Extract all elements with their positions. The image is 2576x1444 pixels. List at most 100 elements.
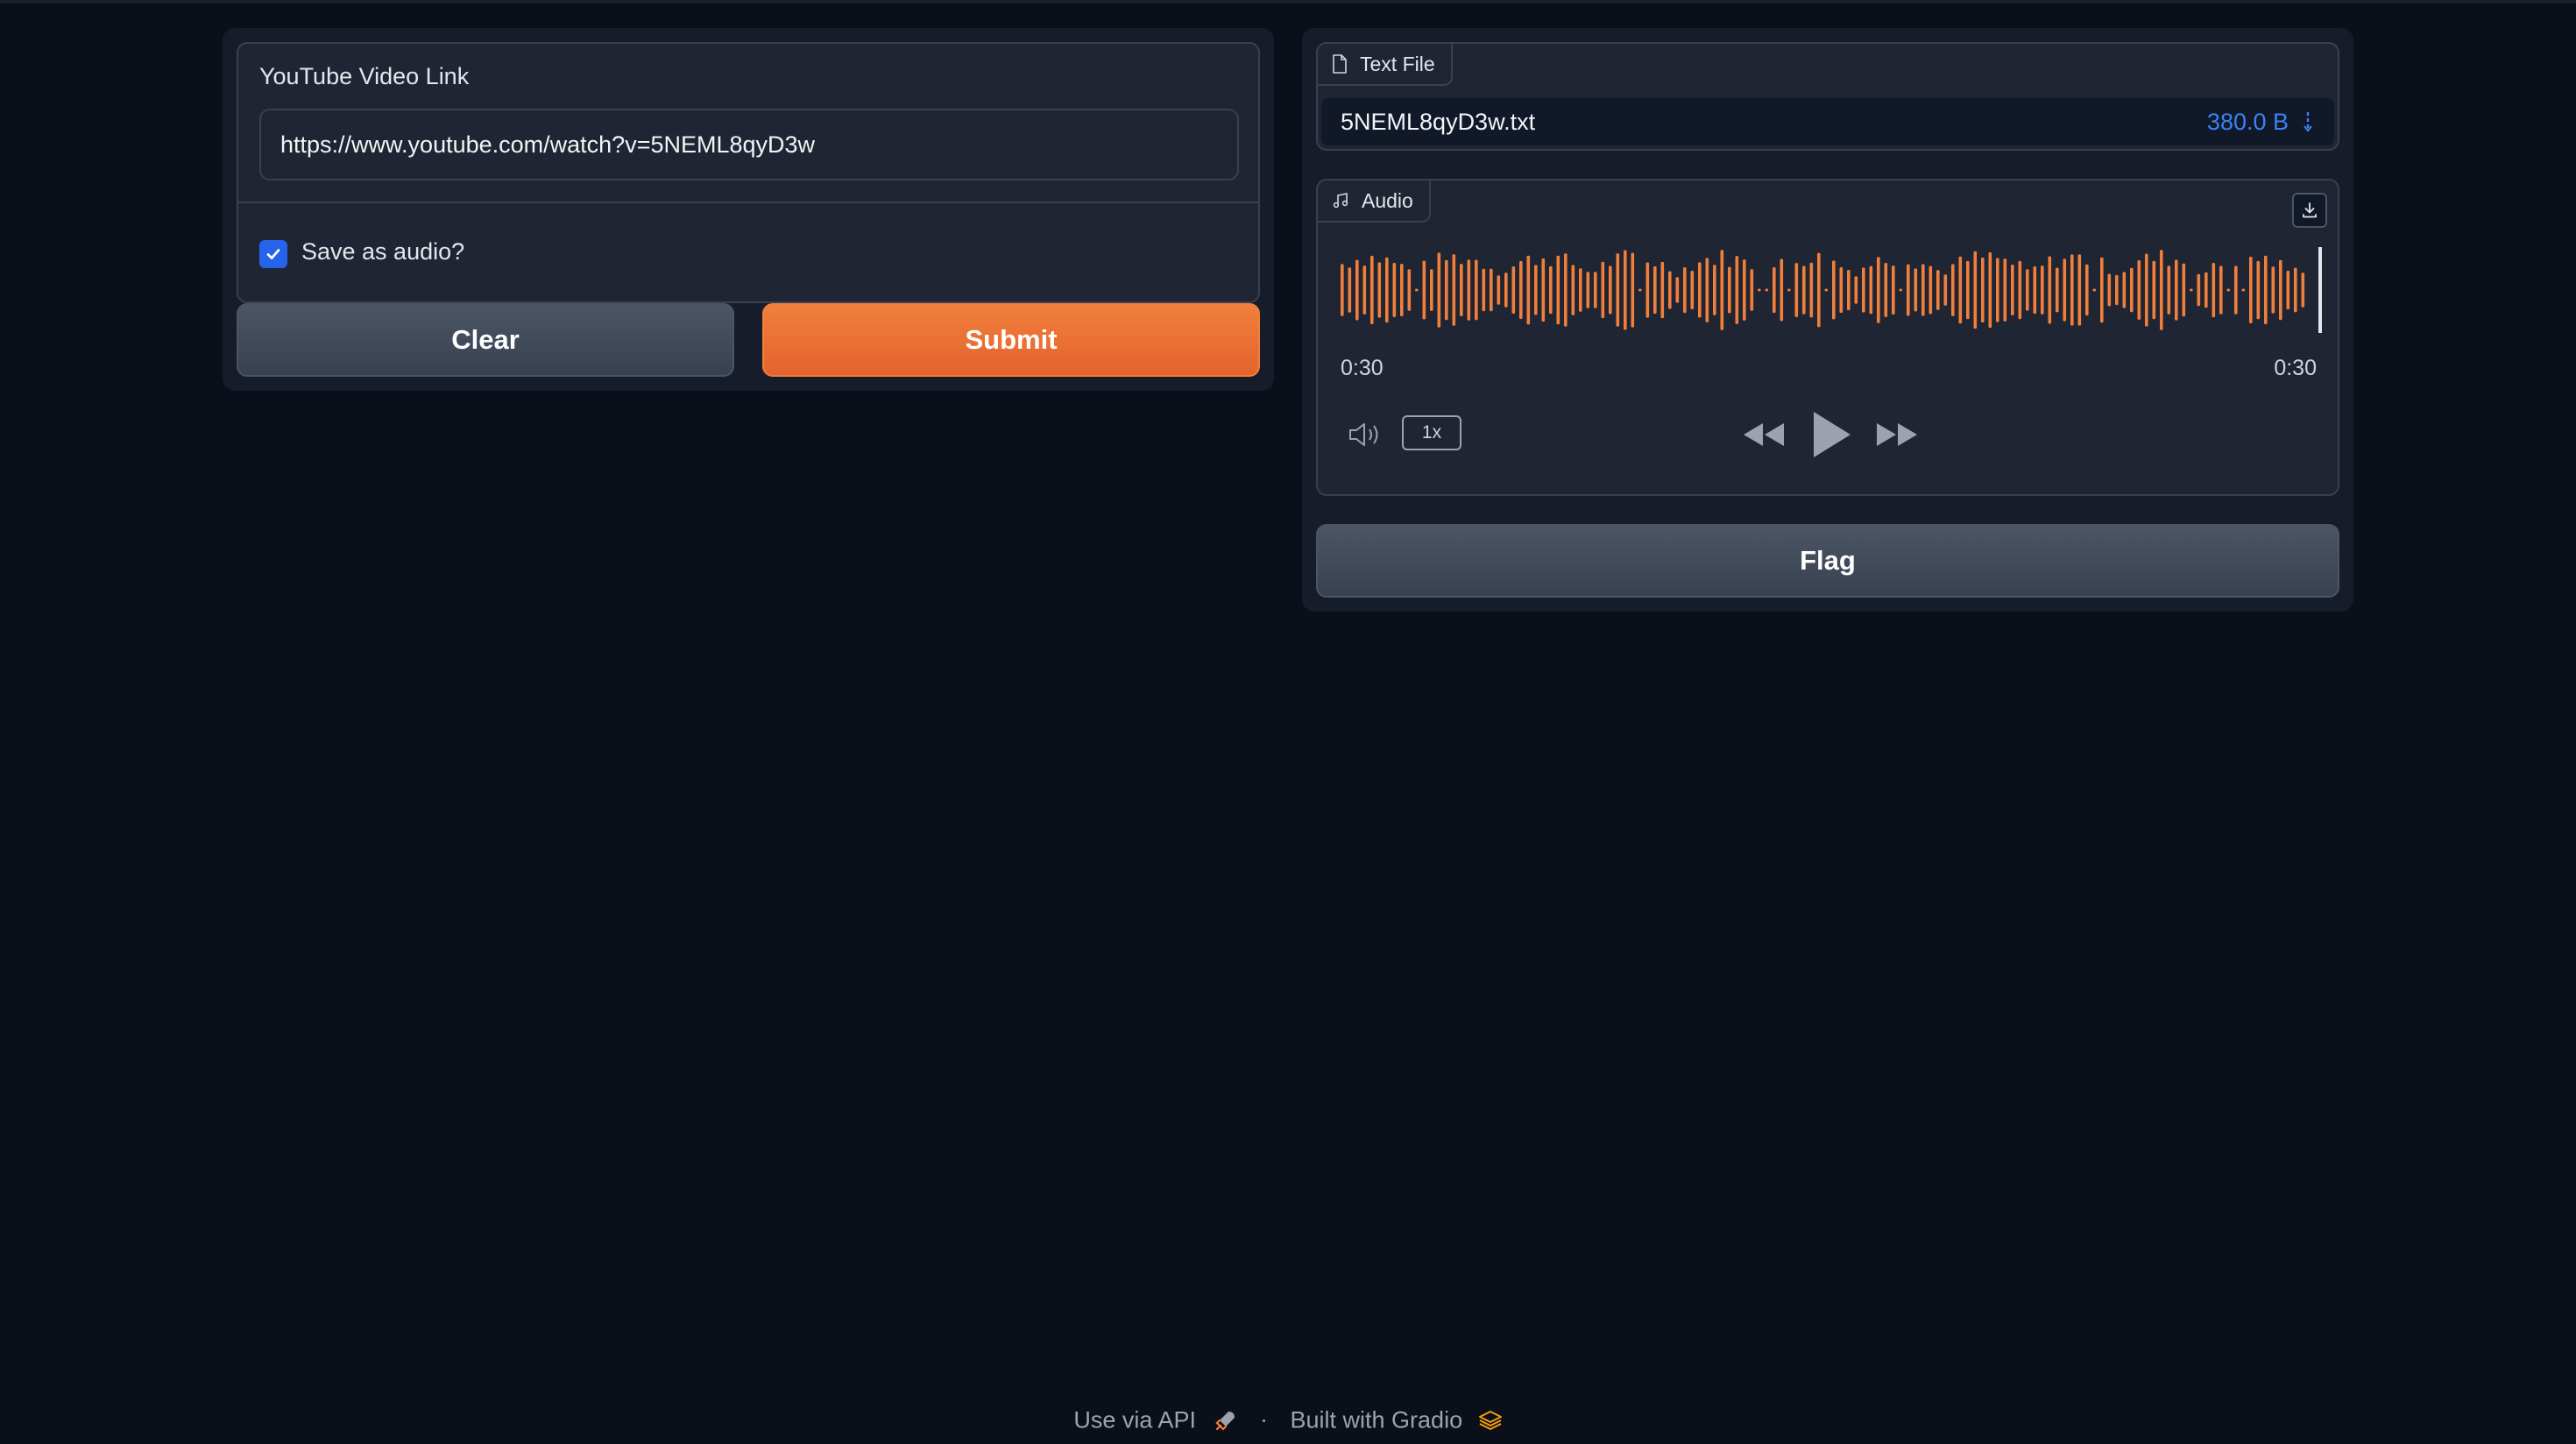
waveform-bar	[1624, 250, 1627, 330]
waveform-bar	[2234, 265, 2238, 315]
waveform-bar	[2249, 257, 2253, 323]
waveform-bar	[1631, 252, 1635, 328]
input-panel: YouTube Video Link Save as audio? Clear …	[223, 28, 1274, 391]
waveform-bar	[1452, 254, 1456, 326]
waveform-bar	[2130, 267, 2134, 313]
waveform-bar	[1430, 269, 1433, 311]
waveform-bar	[1586, 272, 1590, 308]
waveform-bar	[2048, 256, 2052, 324]
waveform-bar	[2264, 255, 2268, 325]
rewind-icon[interactable]	[1742, 421, 1786, 449]
waveform-bar	[2190, 288, 2193, 292]
waveform-bar	[2100, 257, 2104, 323]
current-time: 0:30	[1341, 356, 1384, 380]
waveform-bar	[1341, 264, 1344, 316]
waveform-bar	[1981, 257, 1985, 322]
volume-icon[interactable]	[1348, 421, 1386, 449]
waveform-bar	[1773, 266, 1776, 314]
waveform-bar	[2197, 273, 2201, 307]
waveform-bar	[2152, 260, 2156, 320]
waveform-bar	[1594, 272, 1597, 308]
waveform-bar	[1921, 264, 1925, 316]
waveform-bar	[1407, 269, 1412, 311]
waveform-bar	[2026, 269, 2029, 311]
waveform-bar	[1936, 270, 1940, 310]
waveform-bar	[1862, 267, 1865, 313]
built-with-gradio-link[interactable]: Built with Gradio	[1291, 1406, 1463, 1433]
waveform-bar	[1355, 259, 1359, 321]
waveform-bar	[1802, 265, 1806, 315]
waveform-bar	[2145, 253, 2148, 327]
waveform-bar	[1758, 288, 1761, 292]
checkmark-icon	[266, 249, 280, 259]
file-icon	[1333, 54, 1347, 74]
waveform-bar	[1705, 258, 1709, 322]
waveform-bar	[1616, 253, 1620, 327]
waveform-bar	[1869, 265, 1873, 315]
waveform-bar	[1534, 265, 1538, 315]
output-panel: Text File 5NEML8qyD3w.txt 380.0 B Audio	[1302, 28, 2353, 612]
waveform-bar	[1951, 264, 1955, 316]
playback-speed-button[interactable]: 1x	[1402, 415, 1461, 450]
waveform-bar	[1892, 265, 1895, 315]
audio-waveform[interactable]	[1341, 242, 2322, 338]
url-label: YouTube Video Link	[259, 63, 470, 89]
waveform-bar	[2122, 272, 2127, 308]
waveform-bar	[2107, 273, 2112, 307]
waveform-bar	[1475, 259, 1478, 321]
waveform-bar	[2271, 266, 2275, 314]
waveform-bar	[2041, 265, 2044, 315]
flag-button[interactable]: Flag	[1316, 524, 2339, 598]
text-file-tab-text: Text File	[1360, 52, 1435, 75]
waveform-bar	[2003, 258, 2007, 322]
waveform-bar	[2226, 288, 2231, 292]
file-size: 380.0 B	[2206, 109, 2289, 135]
waveform-bar	[2286, 270, 2290, 310]
waveform-bar	[2160, 250, 2163, 330]
waveform-bar	[2077, 254, 2082, 326]
waveform-bar	[1794, 263, 1799, 317]
waveform-bar	[2063, 258, 2067, 322]
waveform-bar	[2070, 254, 2074, 326]
rocket-icon	[1215, 1411, 1235, 1431]
waveform-bar	[1884, 263, 1888, 317]
waveform-bar	[1519, 260, 1523, 319]
total-duration: 0:30	[2274, 356, 2317, 380]
waveform-bar	[1504, 273, 1508, 308]
save-as-audio-checkbox[interactable]	[259, 240, 287, 268]
save-as-audio-label[interactable]: Save as audio?	[301, 238, 464, 265]
music-note-icon	[1333, 193, 1348, 209]
download-arrow-icon[interactable]	[2303, 110, 2313, 133]
waveform-bar	[2137, 260, 2141, 320]
use-via-api-link[interactable]: Use via API	[1073, 1406, 1196, 1433]
gradio-logo-icon	[1478, 1410, 1502, 1430]
file-row[interactable]: 5NEML8qyD3w.txt 380.0 B	[1321, 98, 2334, 145]
audio-download-button[interactable]	[2292, 193, 2327, 228]
waveform-bar	[1966, 260, 1970, 320]
waveform-bar	[1750, 269, 1754, 311]
waveform-bar	[1541, 258, 1546, 322]
waveform-bar	[2175, 259, 2178, 321]
waveform-bar	[1571, 265, 1575, 315]
youtube-url-input[interactable]	[259, 109, 1239, 180]
submit-button[interactable]: Submit	[762, 303, 1260, 377]
fast-forward-icon[interactable]	[1875, 421, 1919, 449]
waveform-bar	[2294, 267, 2297, 313]
waveform-bar	[1907, 264, 1910, 316]
waveform-bar	[2092, 288, 2097, 292]
waveform-bar	[1728, 266, 1731, 314]
waveform-bar	[1847, 270, 1851, 311]
waveform-bar	[1460, 264, 1463, 316]
waveform-bar	[1698, 262, 1702, 318]
waveform-bar	[1683, 267, 1687, 314]
waveform-bar	[1609, 265, 1612, 315]
waveform-bar	[1348, 267, 1352, 313]
file-name-link[interactable]: 5NEML8qyD3w.txt	[1341, 109, 1535, 136]
playhead-cursor	[2318, 247, 2322, 333]
waveform-bar	[1415, 288, 1419, 292]
clear-button[interactable]: Clear	[237, 303, 734, 377]
input-form-block: YouTube Video Link Save as audio?	[237, 42, 1260, 303]
waveform-bar	[1787, 288, 1791, 292]
waveform-bar	[2279, 259, 2282, 321]
play-icon[interactable]	[1810, 410, 1852, 459]
